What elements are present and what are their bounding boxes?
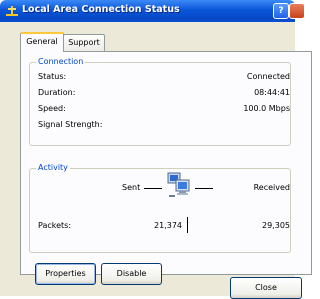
packets-sent-value: 21,374	[154, 221, 182, 230]
status-value: Connected	[246, 72, 290, 81]
received-label: Received	[253, 183, 290, 192]
status-label: Status:	[38, 72, 67, 81]
tab-support-label: Support	[68, 38, 100, 47]
sent-label: Sent	[122, 183, 141, 192]
connection-group-label: Connection	[36, 57, 86, 66]
computers-network-icon	[166, 171, 192, 201]
status-window: Local Area Connection Status ? General S…	[0, 0, 312, 299]
dialog-body: General Support Connection Status: Conne…	[0, 22, 312, 299]
window-title: Local Area Connection Status	[22, 4, 180, 15]
packets-received-value: 29,305	[262, 221, 290, 230]
network-connection-icon	[5, 4, 19, 18]
sent-line	[144, 188, 162, 189]
tab-general[interactable]: General	[20, 32, 64, 52]
speed-value: 100.0 Mbps	[243, 104, 290, 113]
disable-button[interactable]: Disable	[101, 263, 162, 285]
activity-group: Activity Sent Received Packets: 21,374 2…	[29, 163, 291, 253]
activity-group-label: Activity	[36, 163, 70, 172]
packets-divider	[187, 217, 188, 233]
received-line	[195, 188, 213, 189]
duration-label: Duration:	[38, 88, 76, 97]
close-button-label: Close	[255, 283, 277, 292]
tab-support[interactable]: Support	[63, 34, 105, 51]
close-window-button[interactable]	[289, 3, 305, 19]
packets-label: Packets:	[38, 221, 72, 230]
duration-value: 08:44:41	[254, 88, 290, 97]
disable-button-label: Disable	[116, 269, 147, 278]
general-tab-panel: Connection Status: Connected Duration: 0…	[20, 51, 312, 285]
connection-group: Connection Status: Connected Duration: 0…	[29, 57, 291, 146]
properties-button-label: Properties	[45, 269, 86, 278]
tab-general-label: General	[26, 37, 58, 46]
title-bar[interactable]: Local Area Connection Status ?	[0, 0, 305, 22]
speed-label: Speed:	[38, 104, 66, 113]
properties-button[interactable]: Properties	[35, 263, 96, 285]
help-button[interactable]: ?	[273, 3, 289, 19]
signal-strength-label: Signal Strength:	[38, 120, 103, 129]
